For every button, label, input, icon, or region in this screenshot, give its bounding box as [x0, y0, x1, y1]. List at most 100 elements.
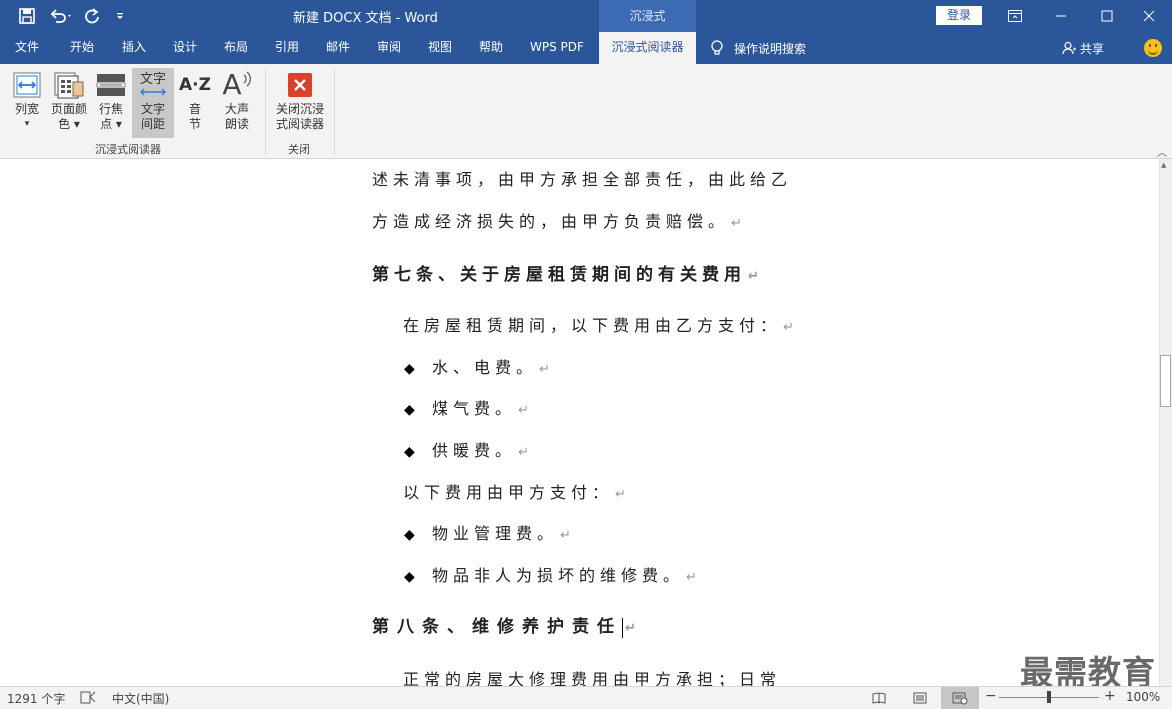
paragraph-mark: ↵ — [783, 320, 794, 335]
paragraph-mark: ↵ — [539, 362, 550, 377]
read-aloud-icon: A — [216, 68, 258, 102]
line-focus-label-2: 点 ▾ — [100, 117, 122, 131]
status-bar: 1291 个字 中文(中国) − + 100% — [0, 686, 1172, 709]
column-width-button[interactable]: 列宽 ▾ — [8, 68, 46, 138]
minimize-icon[interactable] — [1038, 0, 1084, 32]
paragraph-mark: ↵ — [686, 570, 697, 585]
read-aloud-button[interactable]: A 大声 朗读 — [216, 68, 258, 138]
line-focus-label: 行焦 — [98, 102, 123, 116]
redo-icon[interactable] — [80, 0, 104, 32]
title-bar: 新建 DOCX 文档 - Word 沉浸式 登录 — [0, 0, 1172, 32]
undo-icon[interactable] — [44, 0, 78, 32]
page-color-label: 页面颜 — [50, 102, 87, 116]
line-focus-button[interactable]: 行焦 点 ▾ — [92, 68, 130, 138]
tab-references[interactable]: 引用 — [275, 32, 299, 64]
tab-home[interactable]: 开始 — [70, 32, 94, 64]
save-icon[interactable] — [14, 0, 40, 32]
ribbon: 列宽 ▾ 页面颜 色 ▾ 行焦 点 ▾ 文字 文字 间距 A·Z 音 节 A 大… — [0, 64, 1172, 159]
syllables-label-2: 节 — [188, 117, 201, 131]
bullet-diamond-icon: ◆ — [404, 361, 415, 377]
tab-immersive-reader[interactable]: 沉浸式阅读器 — [599, 32, 696, 64]
bullet-diamond-icon: ◆ — [404, 444, 415, 460]
paragraph-mark: ↵ — [748, 269, 759, 284]
close-reader-icon — [270, 68, 330, 102]
list-item: ◆ 物业管理费。 ↵ — [404, 524, 571, 543]
lightbulb-icon — [710, 40, 724, 56]
column-width-dropdown: ▾ — [24, 119, 30, 129]
group-label-immersive-reader: 沉浸式阅读器 — [95, 143, 161, 156]
maximize-icon[interactable] — [1084, 0, 1130, 32]
bullet-diamond-icon: ◆ — [404, 527, 415, 543]
tell-me-search[interactable]: 操作说明搜索 — [710, 32, 806, 64]
section-heading: 第七条、关于房屋租赁期间的有关费用 ↵ — [372, 265, 759, 285]
text-spacing-icon: 文字 — [132, 68, 174, 102]
text-spacing-button[interactable]: 文字 文字 间距 — [132, 68, 174, 138]
zoom-level[interactable]: 100% — [1126, 690, 1160, 704]
syllables-label: 音 — [188, 102, 201, 116]
zoom-slider-thumb[interactable] — [1047, 691, 1051, 703]
tab-design[interactable]: 设计 — [173, 32, 197, 64]
tab-view[interactable]: 视图 — [428, 32, 452, 64]
bullet-diamond-icon: ◆ — [404, 569, 415, 585]
paragraph-mark: ↵ — [518, 403, 529, 418]
section-heading: 第八条、维修养护责任 ↵ — [372, 617, 636, 638]
tab-wps-pdf[interactable]: WPS PDF — [530, 32, 584, 64]
scrollbar-thumb[interactable] — [1160, 355, 1171, 407]
column-width-label: 列宽 — [14, 102, 39, 116]
zoom-in-button[interactable]: + — [1104, 688, 1116, 704]
login-button[interactable]: 登录 — [936, 6, 982, 25]
read-aloud-label: 大声 — [224, 102, 249, 116]
list-item: ◆ 物品非人为损坏的维修费。 ↵ — [404, 566, 697, 585]
zoom-out-button[interactable]: − — [985, 688, 997, 704]
bullet-diamond-icon: ◆ — [404, 402, 415, 418]
close-window-icon[interactable] — [1126, 0, 1172, 32]
menu-bar: 文件 开始 插入 设计 布局 引用 邮件 审阅 视图 帮助 WPS PDF 沉浸… — [0, 32, 1172, 64]
read-mode-icon[interactable] — [862, 687, 896, 709]
paragraph-line: 方造成经济损失的，由甲方负责赔偿。 ↵ — [372, 212, 742, 231]
tab-help[interactable]: 帮助 — [479, 32, 503, 64]
tab-mailings[interactable]: 邮件 — [326, 32, 350, 64]
syllables-button[interactable]: A·Z 音 节 — [176, 68, 214, 138]
feedback-smiley-icon[interactable] — [1144, 39, 1162, 57]
web-layout-icon[interactable] — [941, 687, 979, 709]
tell-me-label: 操作说明搜索 — [734, 41, 807, 56]
paragraph-line: 在房屋租赁期间，以下费用由乙方支付： ↵ — [403, 316, 794, 335]
group-label-close: 关闭 — [288, 143, 310, 156]
vertical-scrollbar[interactable] — [1159, 159, 1172, 686]
person-icon — [1062, 41, 1076, 55]
paragraph-mark: ↵ — [560, 528, 571, 543]
text-cursor — [622, 617, 623, 638]
text-spacing-label: 文字 — [140, 102, 165, 116]
column-width-icon — [8, 68, 46, 102]
paragraph-mark: ↵ — [625, 621, 636, 636]
proofing-icon[interactable] — [80, 691, 96, 707]
page-color-icon — [48, 68, 90, 102]
page-color-button[interactable]: 页面颜 色 ▾ — [48, 68, 90, 138]
list-item: ◆ 供暖费。 ↵ — [404, 441, 529, 460]
paragraph-mark: ↵ — [615, 487, 626, 502]
close-reader-label: 关闭沉浸 — [275, 102, 324, 116]
syllables-icon: A·Z — [179, 75, 211, 95]
ribbon-display-options-icon[interactable] — [992, 0, 1038, 32]
close-reader-label-2: 式阅读器 — [275, 117, 324, 131]
customize-quick-access-icon[interactable] — [110, 0, 130, 32]
language-indicator[interactable]: 中文(中国) — [112, 690, 169, 707]
group-separator — [265, 70, 266, 154]
print-layout-icon[interactable] — [903, 687, 937, 709]
read-aloud-label-2: 朗读 — [224, 117, 249, 131]
collapse-ribbon-icon[interactable]: ︿ — [1157, 144, 1167, 159]
close-immersive-reader-button[interactable]: 关闭沉浸 式阅读器 — [270, 68, 330, 138]
share-label: 共享 — [1080, 41, 1105, 56]
tab-file[interactable]: 文件 — [15, 32, 39, 64]
tab-review[interactable]: 审阅 — [377, 32, 401, 64]
word-count[interactable]: 1291 个字 — [7, 690, 65, 707]
tab-insert[interactable]: 插入 — [122, 32, 146, 64]
page-color-label-2: 色 ▾ — [58, 117, 80, 131]
tab-layout[interactable]: 布局 — [224, 32, 248, 64]
document-page[interactable]: 述未清事项，由甲方承担全部责任，由此给乙 方造成经济损失的，由甲方负责赔偿。 ↵ … — [0, 159, 1159, 686]
scroll-up-icon[interactable]: ▲ — [1161, 161, 1166, 169]
group-separator — [334, 70, 335, 154]
list-item: ◆ 水、电费。 ↵ — [404, 358, 550, 377]
share-button[interactable]: 共享 — [1062, 32, 1104, 64]
paragraph-line: 述未清事项，由甲方承担全部责任，由此给乙 — [372, 170, 793, 189]
